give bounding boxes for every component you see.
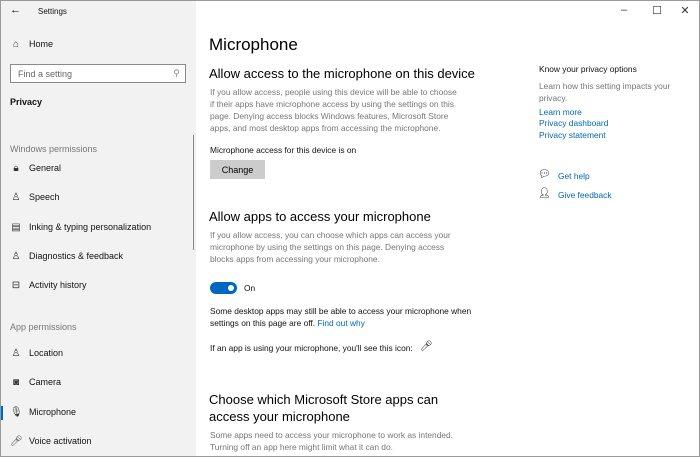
icon-note: If an app is using your microphone, you'… — [210, 343, 413, 353]
sidebar-item-voice-activation[interactable]: 🎤︎ Voice activation — [0, 431, 195, 453]
get-help-link[interactable]: Get help — [558, 170, 590, 182]
section-windows-permissions: Windows permissions — [10, 144, 98, 154]
change-button[interactable]: Change — [210, 160, 265, 179]
sidebar-item-diagnostics[interactable]: ♙ Diagnostics & feedback — [0, 246, 195, 268]
location-icon: ♙ — [11, 348, 21, 359]
privacy-dashboard-link[interactable]: Privacy dashboard — [539, 117, 608, 129]
apps-access-toggle[interactable] — [210, 282, 237, 294]
device-access-heading: Allow access to the microphone on this d… — [209, 66, 475, 81]
selection-indicator — [0, 406, 3, 420]
camera-icon: ◙ — [12, 377, 20, 388]
diagnostics-icon: ♙ — [11, 251, 21, 262]
store-apps-description: Some apps need to access your microphone… — [210, 430, 454, 452]
window-title: Settings — [38, 7, 67, 16]
sidebar-item-microphone[interactable]: 🎙︎ Microphone — [0, 402, 195, 424]
search-icon: ⚲ — [173, 68, 180, 78]
get-help-icon: 💬︎ — [538, 169, 551, 180]
microphone-indicator-icon: 🎤︎ — [420, 341, 433, 352]
sidebar-item-speech[interactable]: ♙ Speech — [0, 187, 195, 209]
privacy-statement-link[interactable]: Privacy statement — [539, 129, 606, 141]
apps-access-heading: Allow apps to access your microphone — [209, 209, 431, 224]
sidebar-item-general[interactable]: 🔒︎ General — [0, 158, 195, 180]
give-feedback-icon: 👤︎ — [538, 188, 551, 199]
give-feedback-link[interactable]: Give feedback — [558, 189, 612, 201]
sidebar-item-activity-history[interactable]: ⊟ Activity history — [0, 275, 195, 297]
search-input[interactable]: Find a setting ⚲ — [10, 64, 186, 83]
close-button[interactable]: ✕ — [678, 4, 692, 17]
clipboard-icon: ▤ — [11, 222, 21, 233]
sidebar-item-location[interactable]: ♙ Location — [0, 343, 195, 365]
sidebar-item-home[interactable]: ⌂ Home — [0, 34, 195, 56]
privacy-options-description: Learn how this setting impacts your priv… — [539, 81, 671, 103]
microphone-filled-icon: 🎤︎ — [10, 436, 23, 447]
category-title: Privacy — [10, 97, 43, 107]
back-arrow-icon[interactable]: ← — [10, 4, 21, 16]
page-title: Microphone — [209, 35, 298, 54]
lock-icon: 🔒︎ — [13, 163, 19, 174]
toggle-state-label: On — [244, 283, 256, 293]
maximize-button[interactable]: ☐ — [650, 4, 664, 17]
home-icon: ⌂ — [12, 39, 20, 50]
desktop-apps-note: Some desktop apps may still be able to a… — [210, 306, 472, 328]
sidebar-item-inking[interactable]: ▤ Inking & typing personalization — [0, 217, 195, 239]
find-out-why-link[interactable]: Find out why — [317, 318, 364, 328]
microphone-icon: 🎙︎ — [10, 407, 23, 418]
minimize-button[interactable]: – — [617, 4, 631, 16]
privacy-options-heading: Know your privacy options — [539, 64, 637, 74]
store-apps-heading: Choose which Microsoft Store apps can ac… — [209, 392, 439, 424]
device-access-description: If you allow access, people using this d… — [210, 87, 457, 133]
activity-icon: ⊟ — [11, 280, 21, 291]
sidebar: ← Settings ⌂ Home Find a setting ⚲ Priva… — [0, 0, 196, 457]
section-app-permissions: App permissions — [10, 322, 77, 332]
speech-icon: ♙ — [11, 192, 21, 203]
device-access-status: Microphone access for this device is on — [210, 145, 357, 155]
sidebar-item-camera[interactable]: ◙ Camera — [0, 372, 195, 394]
apps-access-description: If you allow access, you can choose whic… — [210, 230, 451, 264]
